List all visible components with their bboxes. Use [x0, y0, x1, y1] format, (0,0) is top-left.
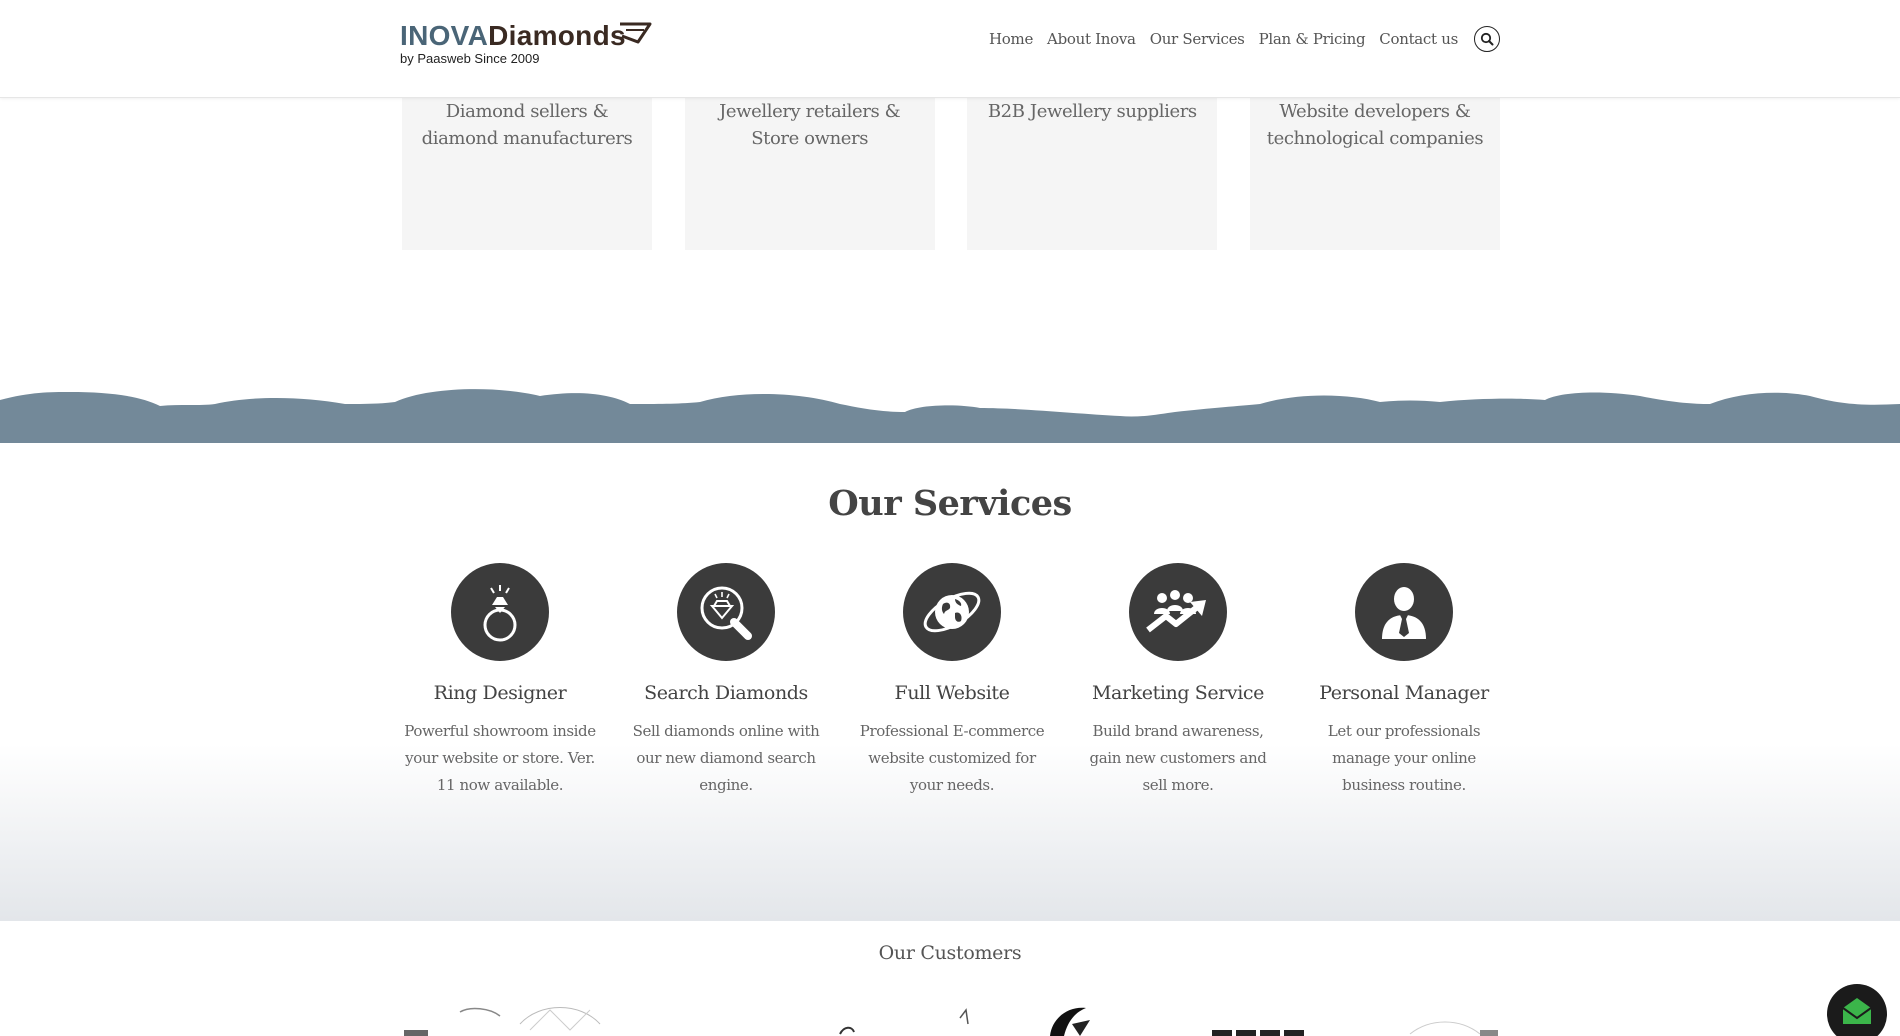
- audience-card: Jewellery retailers & Store owners: [684, 98, 935, 250]
- service-description: Build brand awareness, gain new customer…: [1089, 722, 1267, 794]
- service-full-website[interactable]: Full Website Professional E-commerce web…: [852, 563, 1052, 799]
- logo-tagline: by Paasweb Since 2009: [400, 51, 540, 66]
- audience-card: Diamond sellers & diamond manufacturers: [402, 98, 652, 250]
- audience-card: B2B Jewellery suppliers: [967, 98, 1218, 250]
- service-name: Ring Designer: [433, 682, 567, 704]
- service-description: Let our professionals manage your online…: [1327, 722, 1481, 794]
- service-ring-designer[interactable]: Ring Designer Powerful showroom inside y…: [400, 563, 600, 799]
- audience-card-label: Website developers & technological compa…: [1266, 101, 1484, 149]
- customer-logo[interactable]: [404, 1007, 601, 1036]
- service-personal-manager[interactable]: Personal Manager Let our professionals m…: [1304, 563, 1504, 799]
- service-marketing[interactable]: Marketing Service Build brand awareness,…: [1078, 563, 1278, 799]
- customer-logo[interactable]: [1409, 1021, 1498, 1036]
- diamond-logo-icon: [620, 22, 652, 44]
- service-description: Sell diamonds online with our new diamon…: [632, 722, 820, 794]
- customers-title: Our Customers: [878, 942, 1022, 964]
- customer-logo[interactable]: [839, 1008, 969, 1035]
- search-button[interactable]: [1474, 26, 1500, 52]
- services-title: Our Services: [828, 483, 1072, 524]
- globe-icon: [903, 563, 1001, 661]
- service-search-diamonds[interactable]: Search Diamonds Sell diamonds online wit…: [626, 563, 826, 799]
- audience-card-label: Diamond sellers & diamond manufacturers: [421, 101, 633, 149]
- audience-card: Website developers & technological compa…: [1249, 98, 1500, 250]
- service-list: Ring Designer Powerful showroom inside y…: [400, 563, 1500, 823]
- service-name: Marketing Service: [1091, 682, 1264, 704]
- service-name: Search Diamonds: [644, 682, 808, 704]
- nav-home[interactable]: Home: [989, 30, 1033, 48]
- nav-contact[interactable]: Contact us: [1379, 30, 1458, 48]
- service-name: Personal Manager: [1319, 682, 1489, 704]
- nav-pricing[interactable]: Plan & Pricing: [1259, 30, 1366, 48]
- site-header: INOVADiamonds by Paasweb Since 2009 Home…: [0, 0, 1900, 98]
- growth-chart-icon: [1129, 563, 1227, 661]
- wave-divider: [0, 389, 1900, 444]
- customer-logos-strip: [400, 1004, 1500, 1036]
- chat-button[interactable]: [1827, 984, 1887, 1036]
- customer-logo[interactable]: [1050, 1007, 1090, 1036]
- ring-icon: [451, 563, 549, 661]
- service-name: Full Website: [894, 682, 1010, 704]
- envelope-icon: [1842, 998, 1872, 1024]
- service-description: Powerful showroom inside your website or…: [404, 722, 596, 794]
- audience-card-label: Jewellery retailers & Store owners: [719, 101, 901, 149]
- main-nav: Home About Inova Our Services Plan & Pri…: [989, 26, 1500, 52]
- customer-logo[interactable]: [1212, 1030, 1304, 1036]
- audience-card-label: B2B Jewellery suppliers: [987, 101, 1197, 122]
- diamond-search-icon: [677, 563, 775, 661]
- search-icon: [1480, 32, 1494, 46]
- service-description: Professional E-commerce website customiz…: [859, 722, 1045, 794]
- logo[interactable]: INOVADiamonds by Paasweb Since 2009: [400, 20, 660, 70]
- nav-about[interactable]: About Inova: [1047, 30, 1136, 48]
- audience-cards: Diamond sellers & diamond manufacturers …: [402, 98, 1500, 250]
- manager-icon: [1355, 563, 1453, 661]
- services-section: Our Services Ring Designer Powerful show…: [0, 443, 1900, 921]
- nav-services[interactable]: Our Services: [1150, 30, 1245, 48]
